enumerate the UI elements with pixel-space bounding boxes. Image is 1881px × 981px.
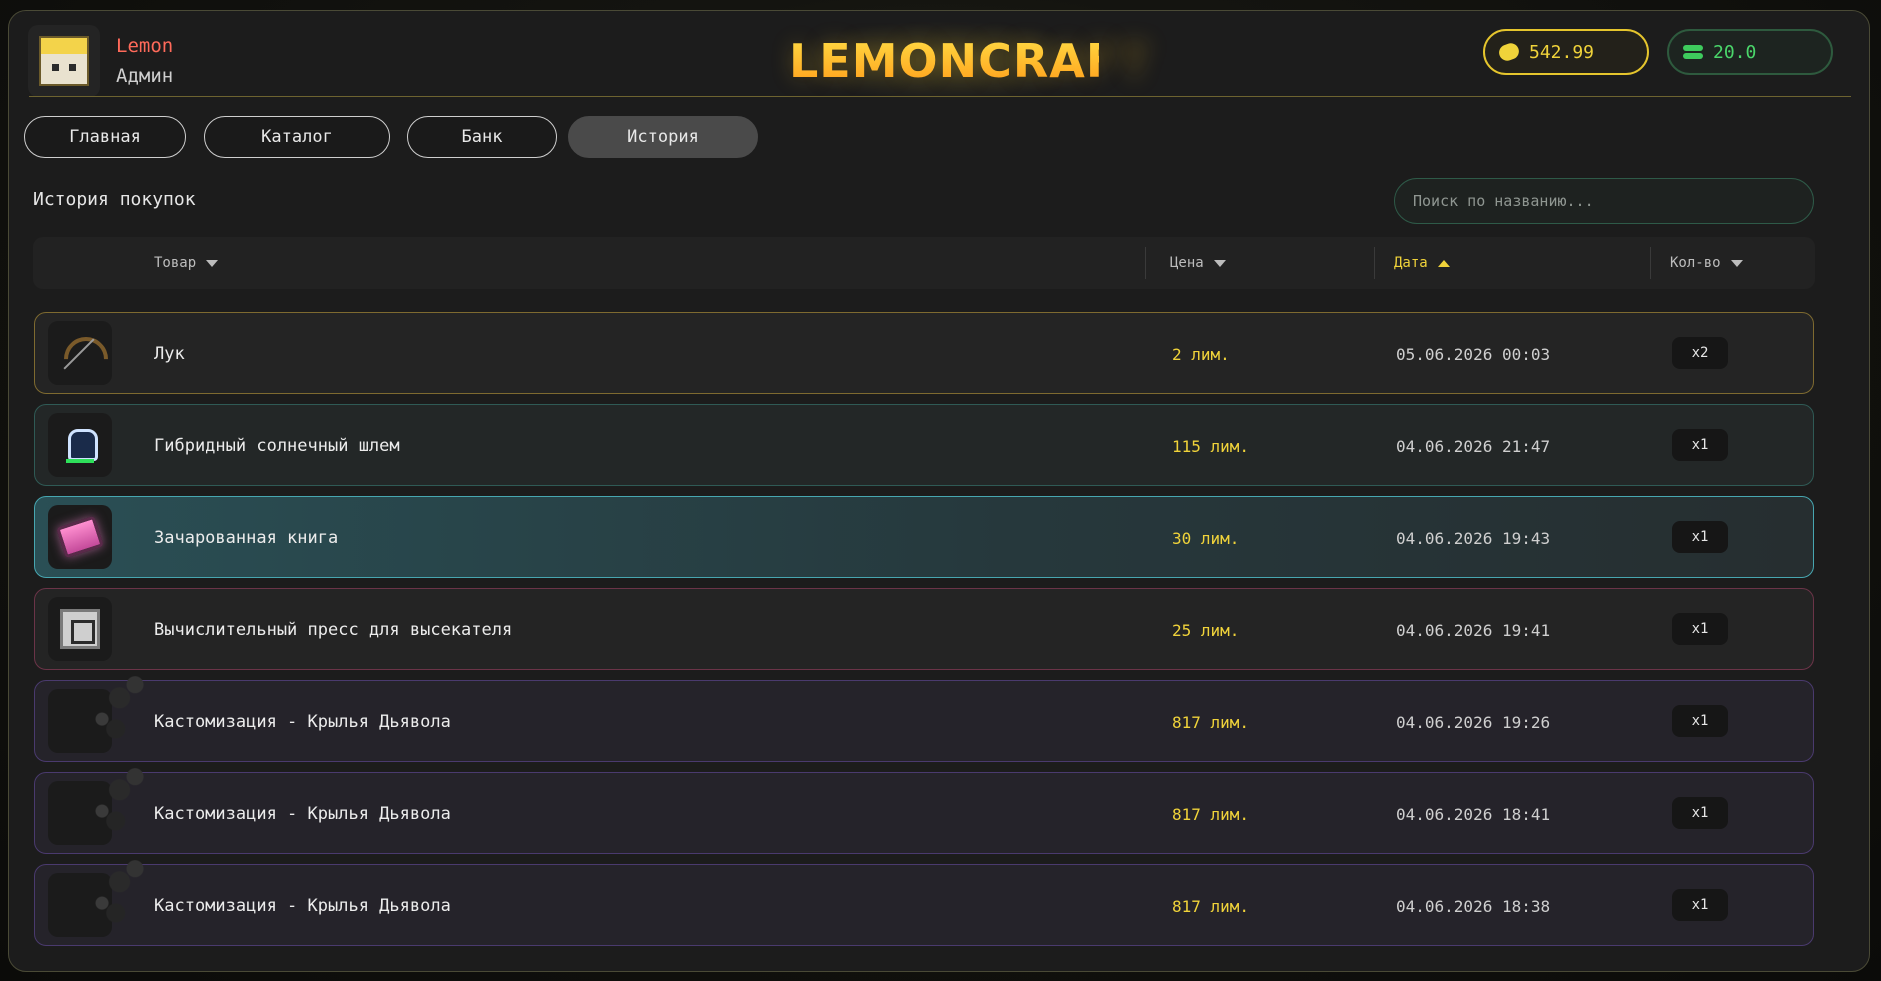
tab-bank[interactable]: Банк xyxy=(407,116,557,158)
item-name: Зачарованная книга xyxy=(154,528,339,548)
item-qty-badge: x2 xyxy=(1672,337,1728,369)
search-input[interactable] xyxy=(1394,178,1814,224)
table-row[interactable]: Зачарованная книга 30 лим. 04.06.2026 19… xyxy=(34,496,1814,578)
item-qty-badge: x1 xyxy=(1672,705,1728,737)
bow-icon xyxy=(58,331,102,375)
column-header-date[interactable]: Дата xyxy=(1394,237,1450,289)
cash-balance[interactable]: 20.0 xyxy=(1667,29,1833,75)
header-divider xyxy=(29,96,1851,97)
section-title: История покупок xyxy=(33,189,196,210)
column-header-price-label: Цена xyxy=(1170,255,1204,271)
column-separator xyxy=(1145,247,1146,279)
item-date: 04.06.2026 19:43 xyxy=(1396,528,1551,548)
item-name: Кастомизация - Крылья Дьявола xyxy=(154,804,451,824)
item-slot xyxy=(48,505,112,569)
item-qty-badge: x1 xyxy=(1672,429,1728,461)
user-role: Админ xyxy=(116,65,174,87)
column-header-item[interactable]: Товар xyxy=(154,237,219,289)
brand-logo: LEMONCRAFT xyxy=(789,34,1151,88)
item-qty-badge: x1 xyxy=(1672,889,1728,921)
item-slot xyxy=(48,597,112,661)
header: Lemon Админ LEMONCRAFT 542.99 20.0 xyxy=(9,11,1869,101)
item-date: 04.06.2026 21:47 xyxy=(1396,436,1551,456)
helmet-icon xyxy=(60,425,100,465)
column-separator xyxy=(1374,247,1375,279)
item-date: 04.06.2026 19:41 xyxy=(1396,620,1551,640)
column-header-qty[interactable]: Кол-во xyxy=(1670,237,1743,289)
item-name: Кастомизация - Крылья Дьявола xyxy=(154,896,451,916)
item-name: Вычислительный пресс для высекателя xyxy=(154,620,513,640)
sort-desc-icon xyxy=(1730,259,1743,267)
item-price: 25 лим. xyxy=(1172,620,1240,640)
player-head-icon xyxy=(39,36,89,86)
table-row[interactable]: Гибридный солнечный шлем 115 лим. 04.06.… xyxy=(34,404,1814,486)
sort-desc-icon xyxy=(206,259,219,267)
lemon-coin-icon xyxy=(1496,41,1522,63)
item-name: Гибридный солнечный шлем xyxy=(154,436,400,456)
item-price: 2 лим. xyxy=(1172,344,1230,364)
press-icon xyxy=(60,609,100,649)
item-date: 04.06.2026 18:38 xyxy=(1396,896,1551,916)
table-row[interactable]: Кастомизация - Крылья Дьявола 817 лим. 0… xyxy=(34,748,1814,854)
cash-balance-value: 20.0 xyxy=(1713,41,1757,63)
tab-home[interactable]: Главная xyxy=(24,116,186,158)
shop-panel: Lemon Админ LEMONCRAFT 542.99 20.0 Главн… xyxy=(8,10,1870,972)
table-header: Товар Цена Дата Кол-во xyxy=(33,237,1815,289)
item-date: 04.06.2026 19:26 xyxy=(1396,712,1551,732)
enchanted-book-icon xyxy=(56,515,104,559)
item-slot xyxy=(48,321,112,385)
user-name: Lemon xyxy=(116,35,174,57)
column-header-date-label: Дата xyxy=(1394,255,1428,271)
item-qty-badge: x1 xyxy=(1672,797,1728,829)
column-header-price[interactable]: Цена xyxy=(1170,237,1226,289)
gold-balance[interactable]: 542.99 xyxy=(1483,29,1649,75)
item-name: Кастомизация - Крылья Дьявола xyxy=(154,712,451,732)
item-qty-badge: x1 xyxy=(1672,521,1728,553)
item-date: 04.06.2026 18:41 xyxy=(1396,804,1551,824)
sort-asc-icon xyxy=(1437,259,1450,267)
tab-history[interactable]: История xyxy=(568,116,758,158)
item-price: 817 лим. xyxy=(1172,896,1250,916)
table-row[interactable]: Кастомизация - Крылья Дьявола 817 лим. 0… xyxy=(34,840,1814,946)
item-date: 05.06.2026 00:03 xyxy=(1396,344,1551,364)
item-price: 817 лим. xyxy=(1172,712,1250,732)
item-qty-badge: x1 xyxy=(1672,613,1728,645)
gold-balance-value: 542.99 xyxy=(1529,41,1595,63)
coin-stack-icon xyxy=(1683,43,1703,61)
column-separator xyxy=(1650,247,1651,279)
table-row[interactable]: Вычислительный пресс для высекателя 25 л… xyxy=(34,588,1814,670)
column-header-item-label: Товар xyxy=(154,255,197,271)
item-name: Лук xyxy=(154,344,185,364)
item-price: 115 лим. xyxy=(1172,436,1250,456)
item-slot xyxy=(48,413,112,477)
table-row[interactable]: Кастомизация - Крылья Дьявола 817 лим. 0… xyxy=(34,656,1814,762)
avatar[interactable] xyxy=(28,25,100,97)
item-price: 817 лим. xyxy=(1172,804,1250,824)
column-header-qty-label: Кол-во xyxy=(1670,255,1721,271)
item-price: 30 лим. xyxy=(1172,528,1240,548)
table-row[interactable]: Лук 2 лим. 05.06.2026 00:03 x2 xyxy=(34,312,1814,394)
tab-catalog[interactable]: Каталог xyxy=(204,116,390,158)
sort-desc-icon xyxy=(1213,259,1226,267)
